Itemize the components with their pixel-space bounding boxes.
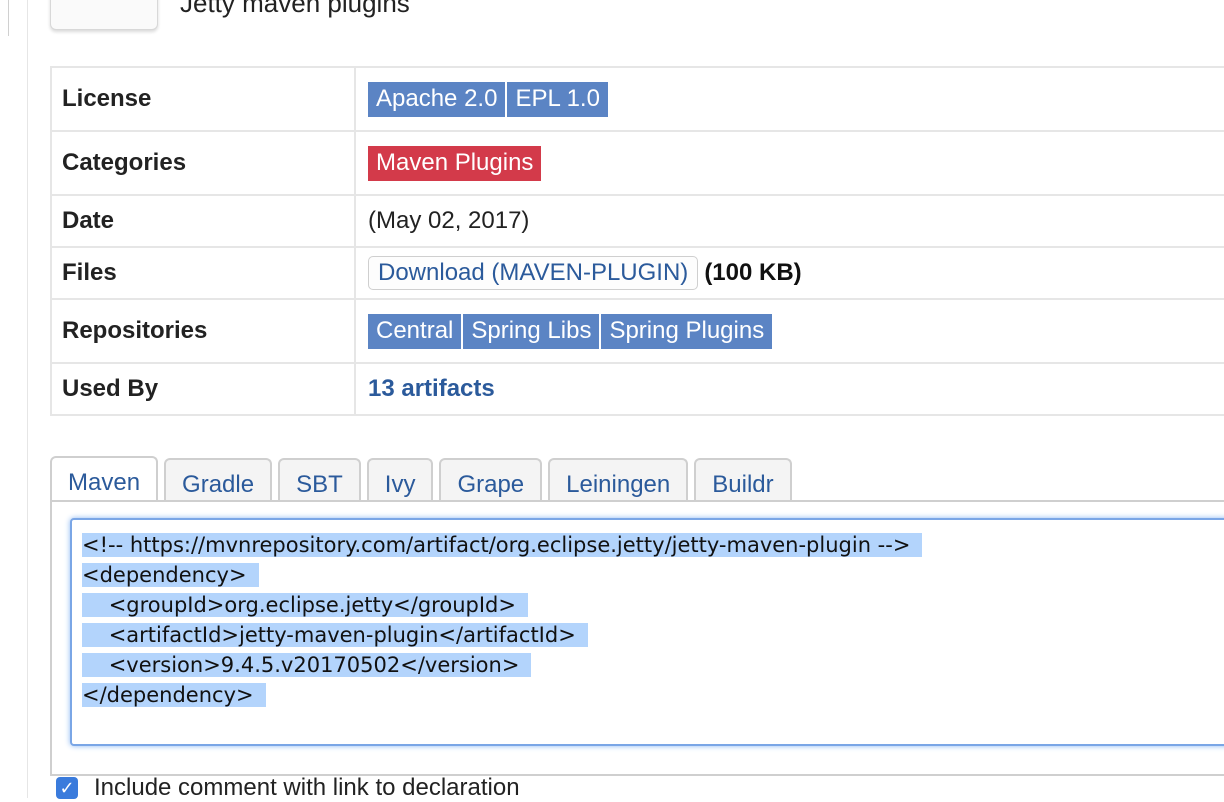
code-line: <groupId>org.eclipse.jetty</groupId> bbox=[82, 590, 922, 620]
artifact-info-table: License Apache 2.0 EPL 1.0 Categories Mav… bbox=[50, 66, 1224, 416]
tab-maven[interactable]: Maven bbox=[50, 456, 159, 502]
tab-grape[interactable]: Grape bbox=[439, 458, 543, 500]
categories-values: Maven Plugins bbox=[354, 130, 1224, 196]
files-label: Files bbox=[50, 246, 356, 300]
date-value: (May 02, 2017) bbox=[354, 194, 1224, 248]
left-border bbox=[0, 0, 9, 36]
used-by-link[interactable]: 13 artifacts bbox=[368, 375, 495, 402]
code-line: <version>9.4.5.v20170502</version> bbox=[82, 650, 922, 680]
file-size: (100 KB) bbox=[704, 259, 802, 286]
license-values: Apache 2.0 EPL 1.0 bbox=[354, 66, 1224, 132]
repository-tag[interactable]: Spring Plugins bbox=[601, 313, 773, 349]
code-line: </dependency> bbox=[82, 680, 922, 710]
dependency-code-textarea[interactable]: <!-- https://mvnrepository.com/artifact/… bbox=[70, 518, 1224, 746]
page-title: Jetty maven plugins bbox=[180, 0, 410, 18]
license-label: License bbox=[50, 66, 356, 132]
repository-tag[interactable]: Spring Libs bbox=[463, 313, 600, 349]
tab-gradle[interactable]: Gradle bbox=[164, 458, 273, 500]
include-comment-checkbox[interactable]: ✓ bbox=[56, 777, 78, 799]
tab-sbt[interactable]: SBT bbox=[278, 458, 361, 500]
categories-label: Categories bbox=[50, 130, 356, 196]
files-value: Download (MAVEN-PLUGIN) (100 KB) bbox=[354, 246, 1224, 300]
code-line: <!-- https://mvnrepository.com/artifact/… bbox=[82, 530, 923, 560]
download-button[interactable]: Download (MAVEN-PLUGIN) bbox=[368, 256, 699, 290]
date-label: Date bbox=[50, 194, 356, 248]
repositories-row: Repositories Central Spring Libs Spring Pl… bbox=[50, 298, 1224, 364]
categories-row: Categories Maven Plugins bbox=[50, 130, 1224, 196]
date-row: Date (May 02, 2017) bbox=[50, 194, 1224, 248]
tab-leiningen[interactable]: Leiningen bbox=[548, 458, 689, 500]
license-row: License Apache 2.0 EPL 1.0 bbox=[50, 66, 1224, 132]
tab-ivy[interactable]: Ivy bbox=[366, 458, 434, 500]
left-divider bbox=[27, 0, 28, 798]
repository-tag[interactable]: Central bbox=[368, 313, 462, 349]
repositories-values: Central Spring Libs Spring Plugins bbox=[354, 298, 1224, 364]
license-tag[interactable]: Apache 2.0 bbox=[368, 81, 506, 117]
code-lines: <!-- https://mvnrepository.com/artifact/… bbox=[82, 530, 923, 710]
code-line: <dependency> bbox=[82, 560, 922, 590]
files-row: Files Download (MAVEN-PLUGIN) (100 KB) bbox=[50, 246, 1224, 300]
used-by-label: Used By bbox=[50, 362, 356, 416]
used-by-row: Used By 13 artifacts bbox=[50, 362, 1224, 416]
tab-buildr[interactable]: Buildr bbox=[694, 458, 792, 500]
repositories-label: Repositories bbox=[50, 298, 356, 364]
code-line: <artifactId>jetty-maven-plugin</artifact… bbox=[82, 620, 922, 650]
date-text: (May 02, 2017) bbox=[368, 207, 530, 234]
artifact-logo bbox=[50, 0, 158, 30]
category-tag[interactable]: Maven Plugins bbox=[368, 145, 542, 181]
build-tool-tabs: Maven Gradle SBT Ivy Grape Leiningen Bui… bbox=[50, 456, 798, 502]
used-by-value: 13 artifacts bbox=[354, 362, 1224, 416]
license-tag[interactable]: EPL 1.0 bbox=[507, 81, 608, 117]
